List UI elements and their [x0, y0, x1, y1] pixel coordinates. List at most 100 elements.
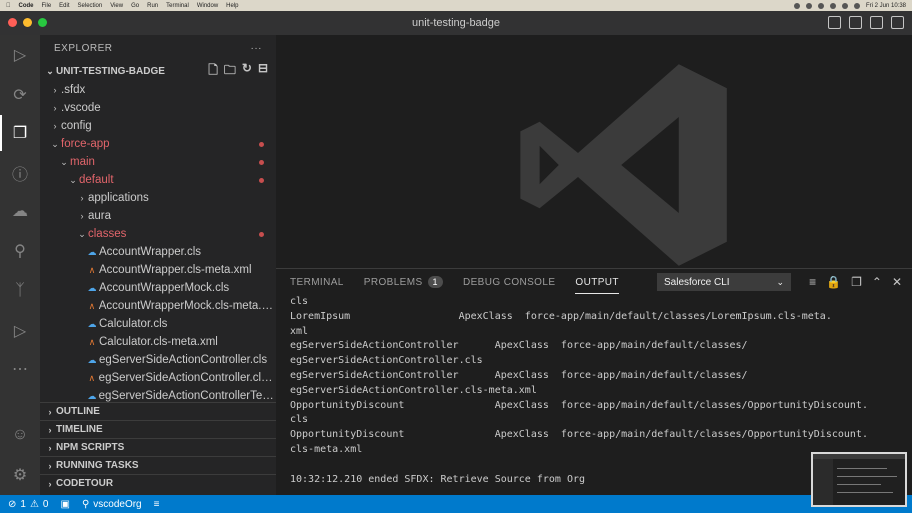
status-bar: ⊘ 1 ⚠ 0 ▣ ⚲ vscodeOrg ≡ [0, 495, 912, 513]
layout-controls [828, 16, 904, 29]
modified-dot-icon [259, 142, 264, 147]
tree-item-label: AccountWrapper.cls-meta.xml [99, 264, 252, 276]
section-label: OUTLINE [56, 406, 100, 417]
output-line: OpportunityDiscount ApexClass force-app/… [290, 429, 868, 441]
tab-output[interactable]: OUTPUT [575, 269, 619, 295]
tree-item[interactable]: › config [40, 117, 276, 135]
menu-file[interactable]: File [42, 3, 52, 9]
tab-debug-console[interactable]: DEBUG CONSOLE [463, 269, 555, 295]
output-line: egServerSideActionController.cls [290, 355, 483, 367]
tree-item[interactable]: ⌄ classes [40, 225, 276, 243]
apex-class-icon: ☁ [87, 354, 97, 365]
settings-gear-icon[interactable]: ⚙ [8, 463, 32, 487]
account-icon[interactable]: ☺ [8, 423, 32, 447]
menu-go[interactable]: Go [131, 3, 139, 9]
tree-item[interactable]: ⌄ default [40, 171, 276, 189]
chevron-right-icon: › [53, 121, 57, 131]
status-icon[interactable] [817, 2, 824, 9]
tab-debug-console-label: DEBUG CONSOLE [462, 276, 556, 288]
menubar-app-name[interactable]: Code [19, 3, 34, 9]
tree-item[interactable]: ☁ egServerSideActionController.cls [40, 351, 276, 369]
tree-item[interactable]: ∧ AccountWrapperMock.cls-meta.xml [40, 297, 276, 315]
tree-item[interactable]: ☁ Calculator.cls [40, 315, 276, 333]
new-folder-icon[interactable]: 🗀 [224, 61, 236, 82]
tree-item[interactable]: ⌄ main [40, 153, 276, 171]
maximize-panel-icon[interactable]: ⌃ [872, 275, 882, 289]
explorer-icon[interactable]: ❐ [0, 115, 32, 151]
menu-selection[interactable]: Selection [78, 3, 103, 9]
new-file-icon[interactable]: 🗋 [208, 61, 218, 82]
run-and-debug-icon[interactable]: ▷ [8, 319, 32, 343]
section-header[interactable]: › RUNNING TASKS [40, 456, 276, 474]
menubar-clock[interactable]: Fri 2 Jun 10:38 [866, 3, 906, 9]
zoom-window-button[interactable] [38, 18, 47, 27]
tree-item[interactable]: ∧ egServerSideActionController.cls-... [40, 369, 276, 387]
menu-view[interactable]: View [110, 3, 123, 9]
default-org-name: vscodeOrg [93, 498, 142, 510]
section-header[interactable]: › NPM SCRIPTS [40, 438, 276, 456]
tree-item-label: force-app [61, 138, 110, 150]
tree-item[interactable]: › aura [40, 207, 276, 225]
workspace-folder-name: UNIT-TESTING-BADGE [56, 65, 165, 77]
status-icon[interactable] [805, 2, 812, 9]
apple-icon[interactable]:  [6, 3, 11, 9]
tree-item[interactable]: › .vscode [40, 99, 276, 117]
toggle-secondary-sidebar-icon[interactable] [870, 16, 883, 29]
close-window-button[interactable] [8, 18, 17, 27]
status-icon[interactable] [793, 2, 800, 9]
warning-count: 0 [42, 498, 49, 510]
menu-edit[interactable]: Edit [59, 3, 69, 9]
workspace-folder-header[interactable]: ⌄ UNIT-TESTING-BADGE 🗋 🗀 ↻ ⊟ [40, 61, 276, 81]
section-header[interactable]: › CODETOUR [40, 474, 276, 492]
default-org-status[interactable]: ⚲ vscodeOrg [82, 499, 142, 510]
list-icon: ≡ [153, 498, 160, 510]
output-channel-select[interactable]: Salesforce CLI ⌄ [657, 273, 791, 291]
refresh-icon[interactable]: ↻ [242, 61, 252, 82]
close-panel-icon[interactable]: ✕ [892, 275, 902, 289]
section-header[interactable]: › OUTLINE [40, 402, 276, 420]
tree-item[interactable]: ∧ Calculator.cls-meta.xml [40, 333, 276, 351]
tree-item[interactable]: › .sfdx [40, 81, 276, 99]
more-icon[interactable]: ⋯ [8, 357, 32, 381]
tree-item[interactable]: ☁ AccountWrapperMock.cls [40, 279, 276, 297]
problems-status[interactable]: ⊘ 1 ⚠ 0 [8, 499, 48, 510]
explorer-toolbar: 🗋 🗀 ↻ ⊟ [208, 61, 276, 82]
clear-output-icon[interactable]: ≡ [809, 275, 816, 289]
tab-problems[interactable]: PROBLEMS 1 [364, 269, 443, 295]
menu-window[interactable]: Window [197, 3, 218, 9]
macos-menubar:  Code File Edit Selection View Go Run T… [0, 0, 912, 11]
open-in-editor-icon[interactable]: ❐ [851, 275, 862, 289]
wifi-icon[interactable] [841, 2, 848, 9]
customize-layout-icon[interactable] [891, 16, 904, 29]
search-icon[interactable] [853, 2, 860, 9]
chevron-down-icon: ⌄ [51, 138, 59, 149]
more-actions-icon[interactable]: ··· [251, 43, 263, 54]
tree-item[interactable]: ∧ AccountWrapper.cls-meta.xml [40, 261, 276, 279]
warning-icon: ⚠ [29, 498, 39, 510]
status-icon[interactable] [829, 2, 836, 9]
panel-actions: ≡ 🔒 ❐ ⌃ ✕ [809, 275, 902, 289]
tab-terminal[interactable]: TERMINAL [290, 269, 344, 295]
tree-item-label: egServerSideActionControllerTest... [98, 390, 276, 402]
section-header[interactable]: › TIMELINE [40, 420, 276, 438]
tree-item[interactable]: ☁ AccountWrapper.cls [40, 243, 276, 261]
source-control-icon[interactable]: ᛉ [8, 279, 32, 303]
tree-item[interactable]: › applications [40, 189, 276, 207]
menu-help[interactable]: Help [226, 3, 238, 9]
run-debug-icon[interactable]: ▷ [8, 43, 32, 67]
toggle-sidebar-icon[interactable] [828, 16, 841, 29]
tree-item-label: AccountWrapper.cls [99, 246, 202, 258]
menu-run[interactable]: Run [147, 3, 158, 9]
toggle-panel-icon[interactable] [849, 16, 862, 29]
tasks-status[interactable]: ≡ [154, 499, 160, 510]
info-icon[interactable]: ⓘ [8, 161, 32, 185]
salesforce-cloud-icon[interactable]: ☁ [8, 199, 32, 223]
lock-scroll-icon[interactable]: 🔒 [826, 275, 841, 289]
remote-explorer-icon[interactable]: ⟳ [8, 83, 32, 107]
menu-terminal[interactable]: Terminal [166, 3, 189, 9]
tree-item[interactable]: ⌄ force-app [40, 135, 276, 153]
minimize-window-button[interactable] [23, 18, 32, 27]
notifications-status[interactable]: ▣ [60, 499, 69, 510]
search-icon[interactable]: ⚲ [8, 239, 32, 263]
collapse-all-icon[interactable]: ⊟ [258, 61, 268, 82]
